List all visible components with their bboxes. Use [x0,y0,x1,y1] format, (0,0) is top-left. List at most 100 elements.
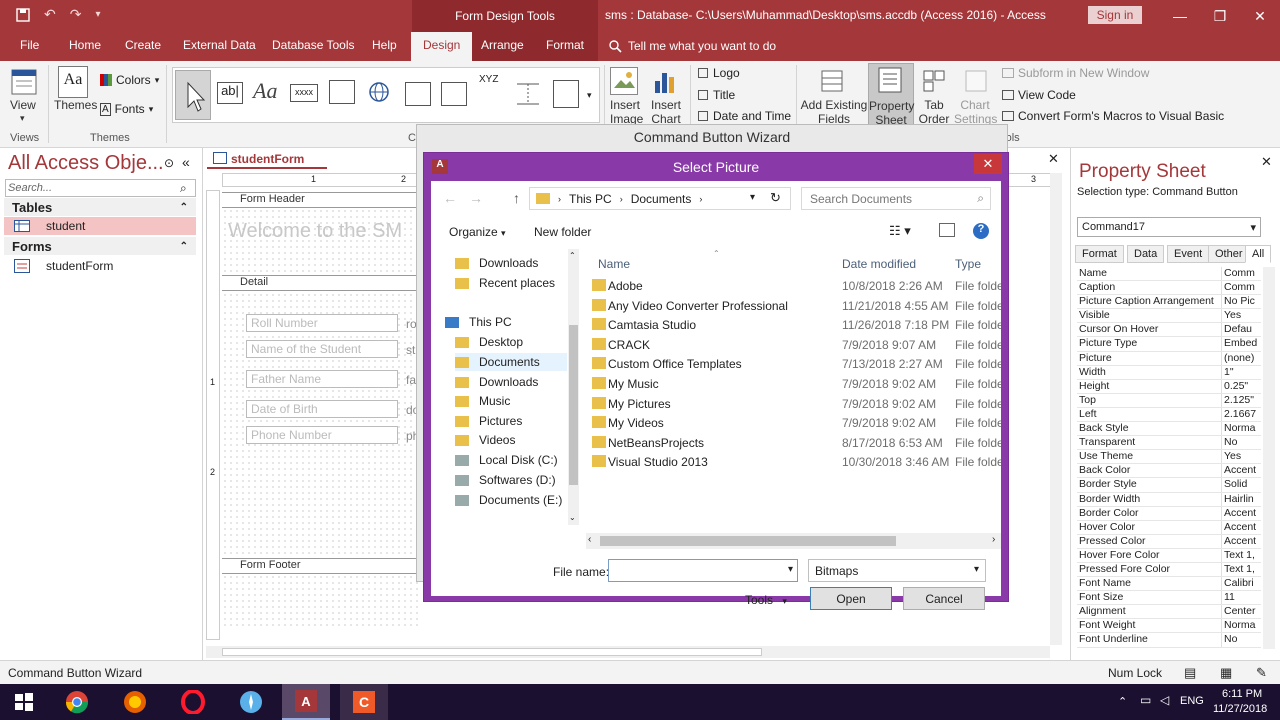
tab-home[interactable]: Home [69,38,101,52]
property-value[interactable]: Norma [1222,422,1261,435]
tab-control-icon[interactable] [329,80,355,104]
field-label-dob[interactable]: Date of Birth [246,400,398,418]
close-icon[interactable]: ✕ [1240,0,1280,32]
colors-button[interactable]: Colors ▾ [100,73,159,87]
file-row[interactable]: Custom Office Templates 7/13/2018 2:27 AM… [586,355,1001,373]
themes-icon[interactable]: Aa [58,66,88,98]
property-row[interactable]: Picture (none) [1077,351,1261,366]
access-taskbar-icon[interactable]: A [282,684,330,720]
nav-section-forms[interactable]: Forms ⌃ [4,237,196,255]
insert-chart-button[interactable]: Insert Chart [651,98,681,126]
up-arrow-icon[interactable]: ↑ [513,190,520,206]
file-row[interactable]: My Videos 7/9/2018 9:02 AM File folder [586,414,1001,432]
property-row[interactable]: Transparent No [1077,436,1261,451]
back-arrow-icon[interactable]: ← [443,190,457,206]
tools-menu[interactable]: Tools ▾ [745,593,787,607]
field-label-father-name[interactable]: Father Name [246,370,398,388]
tab-help[interactable]: Help [372,38,397,52]
help-icon[interactable]: ? [973,223,989,239]
organize-button[interactable]: Organize ▾ [449,225,506,239]
view-icon[interactable] [8,67,40,97]
property-row[interactable]: Font Size 11 [1077,591,1261,606]
tab-order-button[interactable]: Tab Order [916,98,952,126]
tree-item[interactable]: Downloads [455,254,538,272]
nav-item-student[interactable]: student [4,217,196,235]
tab-file[interactable]: File [20,38,39,52]
property-value[interactable]: Comm [1222,281,1261,294]
tree-item[interactable]: Pictures [455,412,522,430]
new-folder-button[interactable]: New folder [534,225,591,239]
shutter-bar-icon[interactable]: « [182,154,190,170]
property-row[interactable]: Font Weight Norma [1077,619,1261,634]
tree-item[interactable]: Documents [455,353,567,371]
tree-item[interactable]: Softwares (D:) [455,471,556,489]
property-row[interactable]: Left 2.1667 [1077,407,1261,423]
property-row[interactable]: Border Style Solid [1077,478,1261,493]
nav-item-studentform[interactable]: studentForm [8,257,113,275]
nav-section-tables[interactable]: Tables ⌃ [4,198,196,216]
search-icon[interactable]: ⌕ [180,181,187,196]
doc-vertical-scrollbar[interactable] [1050,173,1062,645]
property-value[interactable]: 2.1667 [1222,408,1261,421]
save-icon[interactable] [16,7,30,22]
ps-tab-format[interactable]: Format [1075,245,1124,263]
web-browser-control-icon[interactable] [405,82,431,106]
restore-icon[interactable]: ❐ [1200,0,1240,32]
view-code-button[interactable]: View Code [1002,88,1076,102]
tree-scrollbar[interactable]: ⌃ ⌄ [568,249,579,525]
tree-item[interactable]: This PC [445,313,512,331]
tab-format[interactable]: Format [546,38,584,52]
open-button[interactable]: Open [810,587,892,610]
insert-image-button[interactable]: Insert Image [610,98,643,126]
insert-image-icon[interactable] [610,67,638,95]
customize-qat-icon[interactable]: ▾ [95,9,100,20]
property-value[interactable]: Accent [1222,535,1261,548]
windows-start-icon[interactable] [0,684,48,720]
design-view-icon[interactable]: ✎ [1256,665,1267,681]
safari-icon[interactable] [227,684,275,720]
property-value[interactable]: Hairlin [1222,493,1261,506]
address-bar[interactable]: › This PC › Documents › ▾ ↻ [529,187,791,210]
tree-item[interactable]: Downloads [455,373,538,391]
field-label-phone[interactable]: Phone Number [246,426,398,444]
property-value[interactable]: Yes [1222,450,1261,463]
property-row[interactable]: Border Width Hairlin [1077,492,1261,507]
close-icon[interactable]: ✕ [1261,154,1272,170]
property-row[interactable]: Picture Type Embed [1077,337,1261,352]
property-row[interactable]: Caption Comm [1077,281,1261,296]
tell-me-box[interactable]: Tell me what you want to do [608,39,776,53]
title-button[interactable]: Title [698,88,735,102]
logo-button[interactable]: Logo [698,66,740,80]
chevron-down-icon[interactable]: ▾ [788,564,793,575]
view-options-icon[interactable]: ☷ ▾ [889,223,911,239]
opera-icon[interactable] [169,684,217,720]
field-label-student-name[interactable]: Name of the Student [246,340,398,358]
sign-in-button[interactable]: Sign in [1088,6,1142,24]
button-control-icon[interactable]: xxxx [290,84,318,102]
chevron-down-icon[interactable]: ▾ [20,111,25,125]
date-time-button[interactable]: Date and Time [698,109,791,123]
file-row[interactable]: Adobe 10/8/2018 2:26 AM File folder [586,277,1001,295]
tab-design[interactable]: Design [411,32,473,61]
property-value[interactable]: Solid [1222,478,1261,491]
network-icon[interactable]: ▭ [1140,693,1151,707]
property-sheet-button[interactable]: Property Sheet [868,63,914,129]
property-value[interactable]: Center [1222,605,1261,618]
property-value[interactable]: Accent [1222,464,1261,477]
tree-item[interactable]: Recent places [455,274,555,292]
file-row[interactable]: CRACK 7/9/2018 9:07 AM File folder [586,336,1001,354]
file-row[interactable]: Visual Studio 2013 10/30/2018 3:46 AM File… [586,453,1001,471]
scroll-thumb[interactable] [222,648,762,656]
property-value[interactable]: No Pic [1222,295,1261,308]
property-row[interactable]: Hover Color Accent [1077,520,1261,535]
fonts-button[interactable]: A Fonts ▾ [100,102,153,116]
preview-pane-icon[interactable] [939,223,955,237]
file-list-scrollbar[interactable]: ‹ › [586,533,1001,549]
property-value[interactable]: Embed [1222,337,1261,350]
ps-tab-event[interactable]: Event [1167,245,1210,263]
breadcrumb-this-pc[interactable]: This PC [569,192,612,206]
scroll-thumb[interactable] [600,536,896,546]
firefox-icon[interactable] [111,684,159,720]
nav-menu-icon[interactable]: ⊙ [164,156,174,170]
chrome-icon[interactable] [53,684,101,720]
